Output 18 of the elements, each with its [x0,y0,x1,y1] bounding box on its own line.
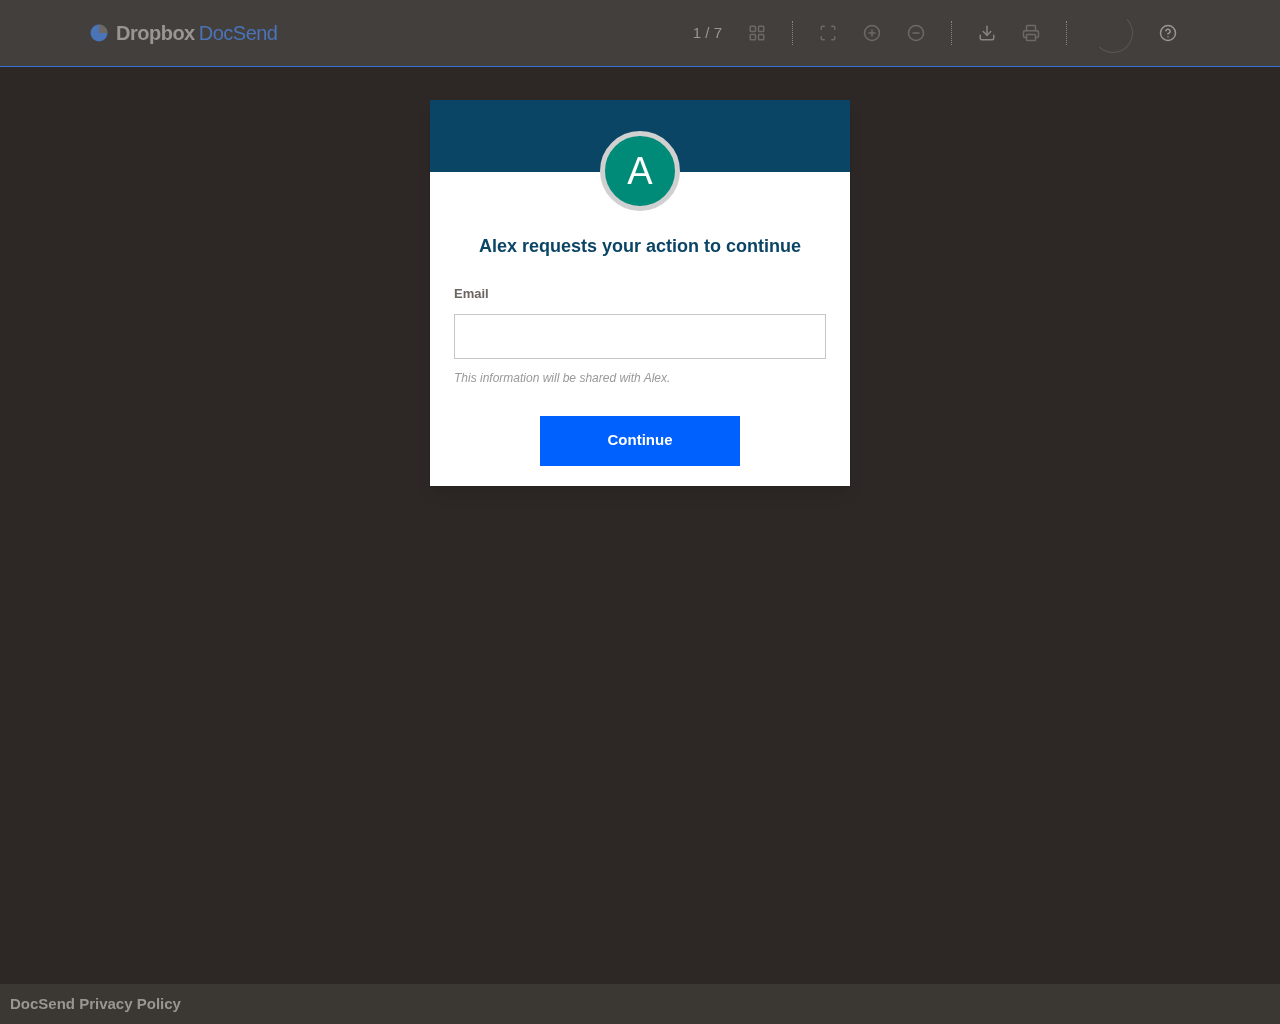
page-counter: 1 / 7 [692,22,722,43]
zoom-out-icon[interactable] [907,24,925,42]
email-field[interactable] [454,313,826,359]
hint-text: This information will be shared with Alex. [454,369,672,387]
logo-icon [90,24,108,42]
product-name: DocSend [198,21,278,46]
continue-button[interactable]: Continue [540,415,740,466]
zoom-in-icon[interactable] [863,24,881,42]
download-icon[interactable] [978,24,996,42]
brand-name: Dropbox [116,21,195,46]
privacy-policy-link[interactable]: DocSend Privacy Policy [10,992,181,1016]
dialog-title: Alex requests your action to continue [478,235,802,258]
grid-view-icon[interactable] [748,24,766,42]
fullscreen-icon[interactable] [819,24,837,42]
avatar: A [600,131,680,211]
help-icon[interactable] [1159,24,1177,42]
email-label: Email [454,285,490,303]
print-icon[interactable] [1022,24,1040,42]
